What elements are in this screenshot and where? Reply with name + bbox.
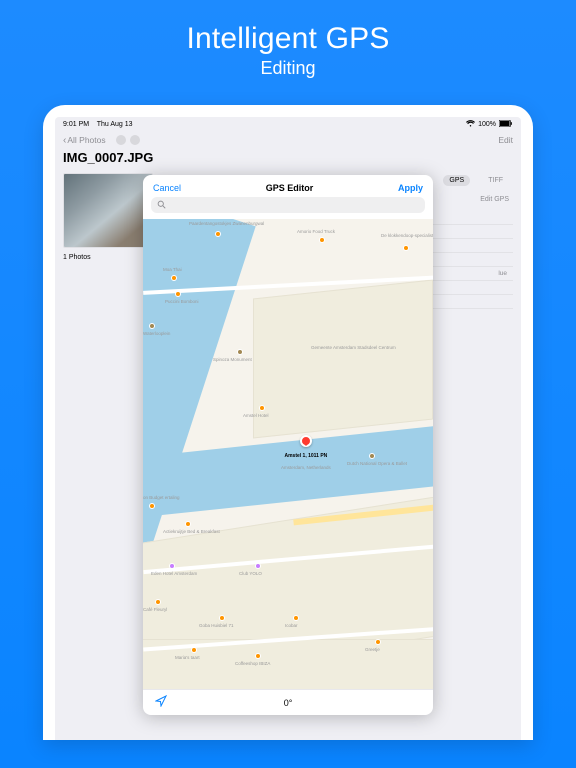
map-poi-label: Moa Thai — [163, 267, 182, 272]
map-poi-label: Amstel Hotel — [243, 413, 269, 418]
map-area-label: Gemeente Amsterdam Stadsdeel Centrum — [311, 345, 396, 350]
map-poi-label: Club YOLO — [239, 571, 262, 576]
map-poi[interactable] — [149, 503, 155, 509]
map-poi-label: Icobar — [285, 623, 298, 628]
map-poi-label: De klokkendoop-specialist — [381, 233, 433, 238]
map-poi-label: Eden Hotel Amsterdam — [151, 571, 197, 576]
cancel-button[interactable]: Cancel — [153, 183, 181, 193]
map-poi[interactable] — [191, 647, 197, 653]
gps-editor-modal: Cancel GPS Editor Apply — [143, 175, 433, 715]
map-poi[interactable] — [369, 453, 375, 459]
map-poi[interactable] — [175, 291, 181, 297]
map-poi[interactable] — [255, 653, 261, 659]
modal-footer: 0° — [143, 689, 433, 715]
map-poi-label: Maria's taart — [175, 655, 200, 660]
map-poi[interactable] — [293, 615, 299, 621]
map-poi[interactable] — [185, 521, 191, 527]
search-input[interactable] — [151, 197, 425, 213]
pin-icon — [300, 435, 312, 447]
map-poi-label: Waterlooplein — [143, 331, 170, 336]
modal-title: GPS Editor — [266, 183, 314, 193]
map-poi-label: Café Fleuryl — [143, 607, 167, 612]
search-icon — [157, 200, 166, 211]
ipad-frame: 9:01 PM Thu Aug 13 100% ‹ All Ph — [43, 105, 533, 740]
map-view[interactable]: Paardentangostokjes Zwanenburgwal Amorio… — [143, 219, 433, 689]
map-poi[interactable] — [259, 405, 265, 411]
back-chevron-icon[interactable]: ‹ — [63, 135, 66, 146]
map-poi[interactable] — [215, 231, 221, 237]
pin-address-line2: Amsterdam, Netherlands — [281, 465, 331, 470]
status-left: 9:01 PM Thu Aug 13 — [63, 121, 133, 128]
tab-tiff[interactable]: TIFF — [482, 175, 509, 186]
nav-actions — [116, 135, 140, 145]
photo-thumbnail[interactable] — [63, 173, 153, 248]
nav-row: ‹ All Photos Edit — [55, 132, 521, 148]
status-right: 100% — [466, 120, 513, 129]
map-poi[interactable] — [403, 245, 409, 251]
back-button[interactable]: All Photos — [67, 135, 105, 145]
status-bar: 9:01 PM Thu Aug 13 100% — [55, 117, 521, 132]
map-poi-label: Dutch National Opera & Ballet — [347, 461, 407, 466]
map-poi-label: Greetje — [365, 647, 380, 652]
edit-button[interactable]: Edit — [498, 135, 513, 145]
pin-address-line1: Amstel 1, 1011 PN — [284, 453, 327, 459]
tab-gps[interactable]: GPS — [443, 175, 470, 186]
map-pin[interactable]: Amstel 1, 1011 PN Amsterdam, Netherlands — [281, 435, 331, 470]
status-date: Thu Aug 13 — [97, 121, 133, 128]
apply-button[interactable]: Apply — [398, 183, 423, 193]
wifi-icon — [466, 120, 475, 129]
file-name: IMG_0007.JPG — [63, 150, 513, 165]
map-poi[interactable] — [219, 615, 225, 621]
map-poi-label: Puccini Bomboni — [165, 299, 199, 304]
map-poi[interactable] — [375, 639, 381, 645]
nav-action-2[interactable] — [130, 135, 140, 145]
map-poi-label: Spinoza Monument — [213, 357, 252, 362]
map-poi-label: Coffeeshop IBIZA — [235, 661, 270, 666]
map-poi-label: Amorio Food Truck — [297, 229, 335, 234]
map-poi-label: Actiekruijtje Bed & Breakfast — [163, 529, 220, 534]
status-time: 9:01 PM — [63, 121, 89, 128]
battery-percent: 100% — [478, 121, 496, 128]
map-poi[interactable] — [255, 563, 261, 569]
map-poi[interactable] — [169, 563, 175, 569]
map-poi-label: Goba Huisbiel 71 — [199, 623, 234, 628]
photo-count: 1 Photos — [63, 254, 153, 261]
map-poi[interactable] — [155, 599, 161, 605]
app-screen: 9:01 PM Thu Aug 13 100% ‹ All Ph — [55, 117, 521, 740]
location-arrow-icon[interactable] — [155, 695, 167, 710]
map-poi-label: on Budget ertaling — [143, 495, 180, 500]
map-poi-label: Paardentangostokjes Zwanenburgwal — [189, 221, 264, 226]
map-poi[interactable] — [319, 237, 325, 243]
map-poi[interactable] — [149, 323, 155, 329]
map-poi[interactable] — [171, 275, 177, 281]
nav-action-1[interactable] — [116, 135, 126, 145]
battery-icon — [499, 120, 513, 129]
hero-title: Intelligent GPS — [186, 22, 389, 56]
map-poi[interactable] — [237, 349, 243, 355]
heading-value: 0° — [284, 698, 293, 708]
hero-subtitle: Editing — [260, 58, 315, 79]
